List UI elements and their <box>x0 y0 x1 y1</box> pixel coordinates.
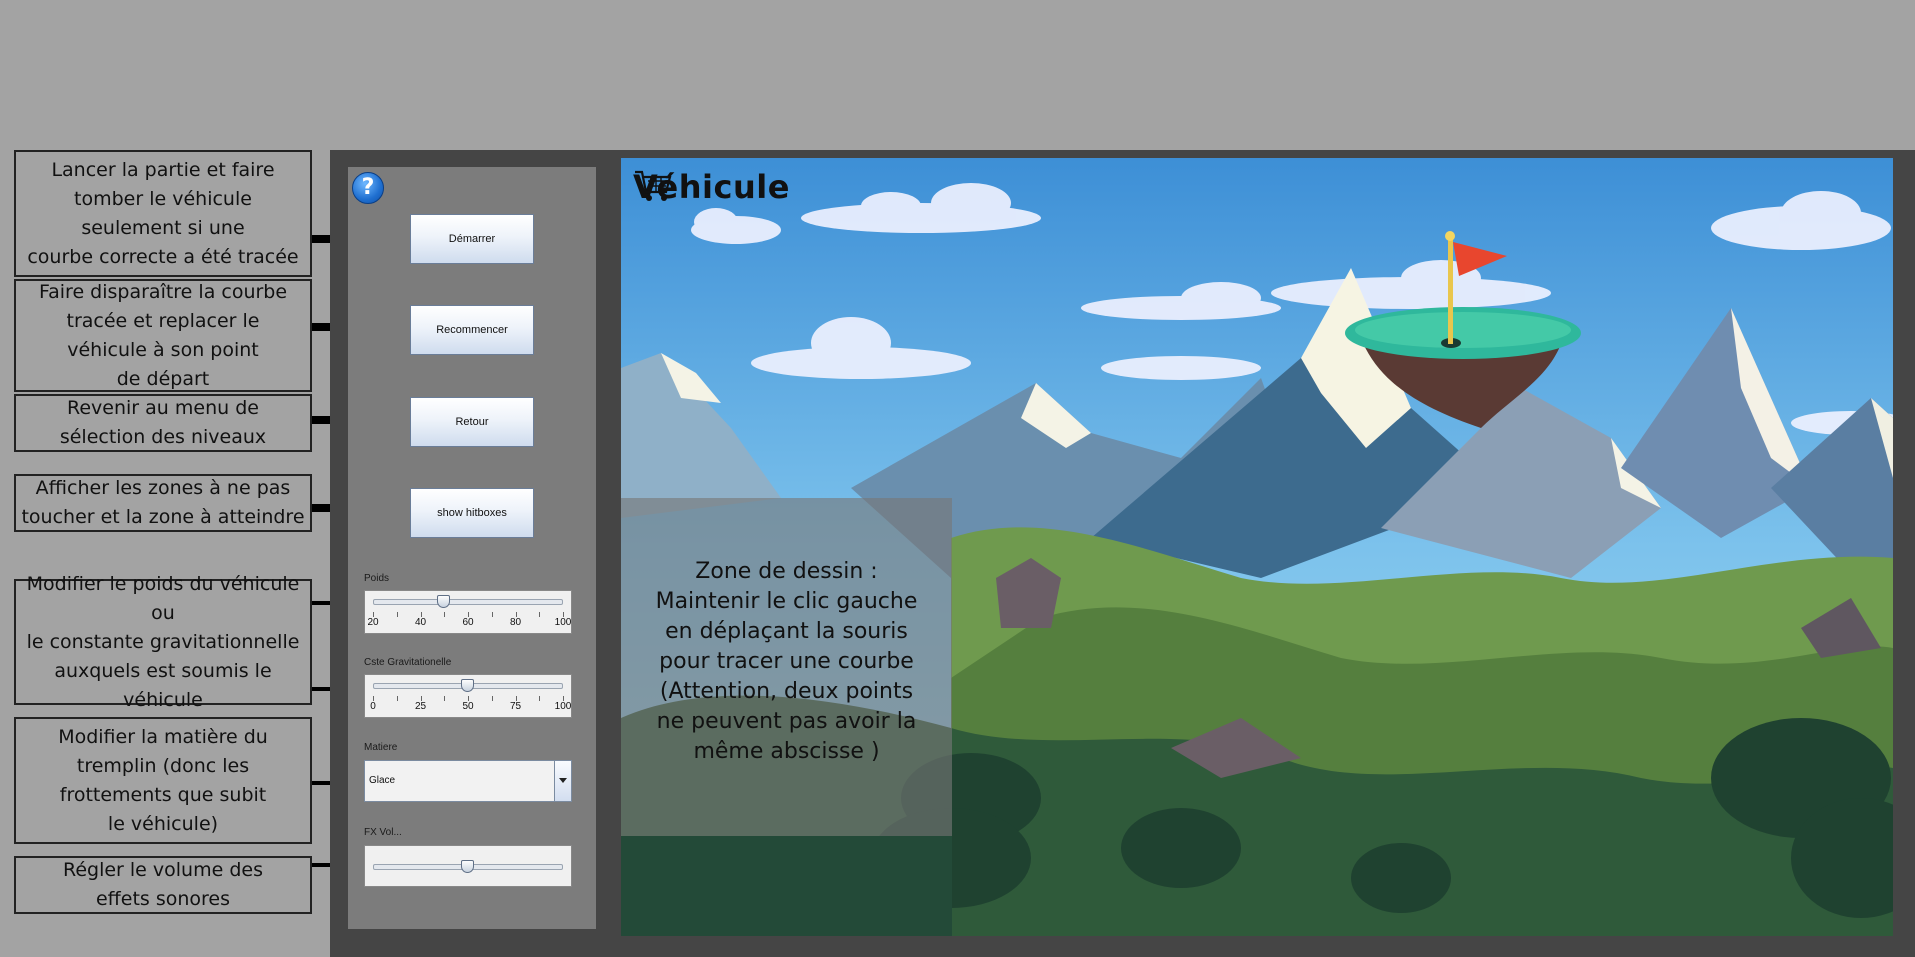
gravite-slider-thumb[interactable] <box>461 679 474 692</box>
gravite-slider[interactable]: 0 25 50 75 100 <box>364 674 572 718</box>
gravite-tick-label: 75 <box>509 701 522 712</box>
annotation-back: Revenir au menu de sélection des niveaux <box>14 394 312 452</box>
annotation-restart-text: Faire disparaître la courbe tracée et re… <box>38 280 288 390</box>
annotation-hitboxes-text: Afficher les zones à ne pas toucher et l… <box>21 477 305 528</box>
poids-tick-label: 60 <box>462 617 474 628</box>
annotation-start-text: Lancer la partie et faire tomber le véhi… <box>27 158 299 268</box>
show-hitboxes-button[interactable]: show hitboxes <box>410 488 534 538</box>
help-icon[interactable]: ? <box>352 172 384 204</box>
poids-slider-track <box>373 599 563 605</box>
draw-zone-instructions: Zone de dessin : Maintenir le clic gauch… <box>655 559 918 764</box>
back-button[interactable]: Retour <box>410 397 534 447</box>
fx-volume-slider[interactable] <box>364 845 572 887</box>
fx-volume-slider-thumb[interactable] <box>461 860 474 873</box>
matiere-label: Matiere <box>364 742 398 753</box>
matiere-select[interactable]: Glace <box>364 760 572 802</box>
gravite-tick-label: 0 <box>370 701 376 712</box>
matiere-selected-value: Glace <box>369 775 396 786</box>
gravite-label: Cste Gravitationelle <box>364 657 452 668</box>
annotation-volume-text: Régler le volume des effets sonores <box>62 859 263 910</box>
annotation-restart: Faire disparaître la courbe tracée et re… <box>14 279 312 392</box>
annotation-material-text: Modifier la matière du tremplin (donc le… <box>58 725 268 835</box>
poids-tick-label: 40 <box>414 617 427 628</box>
restart-button[interactable]: Recommencer <box>410 305 534 355</box>
gravite-tick-label: 100 <box>554 701 572 712</box>
chevron-down-icon[interactable] <box>554 761 571 801</box>
shopping-cart-icon <box>635 170 672 201</box>
annotation-volume: Régler le volume des effets sonores <box>14 856 312 914</box>
annotation-back-text: Revenir au menu de sélection des niveaux <box>59 397 267 448</box>
control-panel <box>348 167 596 929</box>
poids-label: Poids <box>364 573 390 584</box>
poids-slider-thumb[interactable] <box>437 595 451 608</box>
poids-tick-label: 20 <box>367 617 379 628</box>
gravite-tick-label: 25 <box>414 701 427 712</box>
poids-tick-label: 100 <box>554 617 572 628</box>
poids-tick-label: 80 <box>509 617 522 628</box>
annotation-hitboxes: Afficher les zones à ne pas toucher et l… <box>14 474 312 532</box>
draw-zone[interactable]: Zone de dessin : Maintenir le clic gauch… <box>621 498 952 836</box>
fx-volume-label: FX Vol... <box>364 827 402 838</box>
poids-slider[interactable]: 20 40 60 80 100 <box>364 590 572 634</box>
annotation-start: Lancer la partie et faire tomber le véhi… <box>14 150 312 277</box>
annotation-material: Modifier la matière du tremplin (donc le… <box>14 717 312 844</box>
gravite-tick-label: 50 <box>462 701 474 712</box>
game-title-row: Véhicule <box>633 168 790 206</box>
annotation-sliders-text: Modifier le poids du véhicule ou le cons… <box>26 572 300 711</box>
start-button[interactable]: Démarrer <box>410 214 534 264</box>
game-view[interactable]: Véhicule Zone de dessin : Maintenir le c… <box>621 158 1893 936</box>
annotation-sliders: Modifier le poids du véhicule ou le cons… <box>14 573 312 711</box>
